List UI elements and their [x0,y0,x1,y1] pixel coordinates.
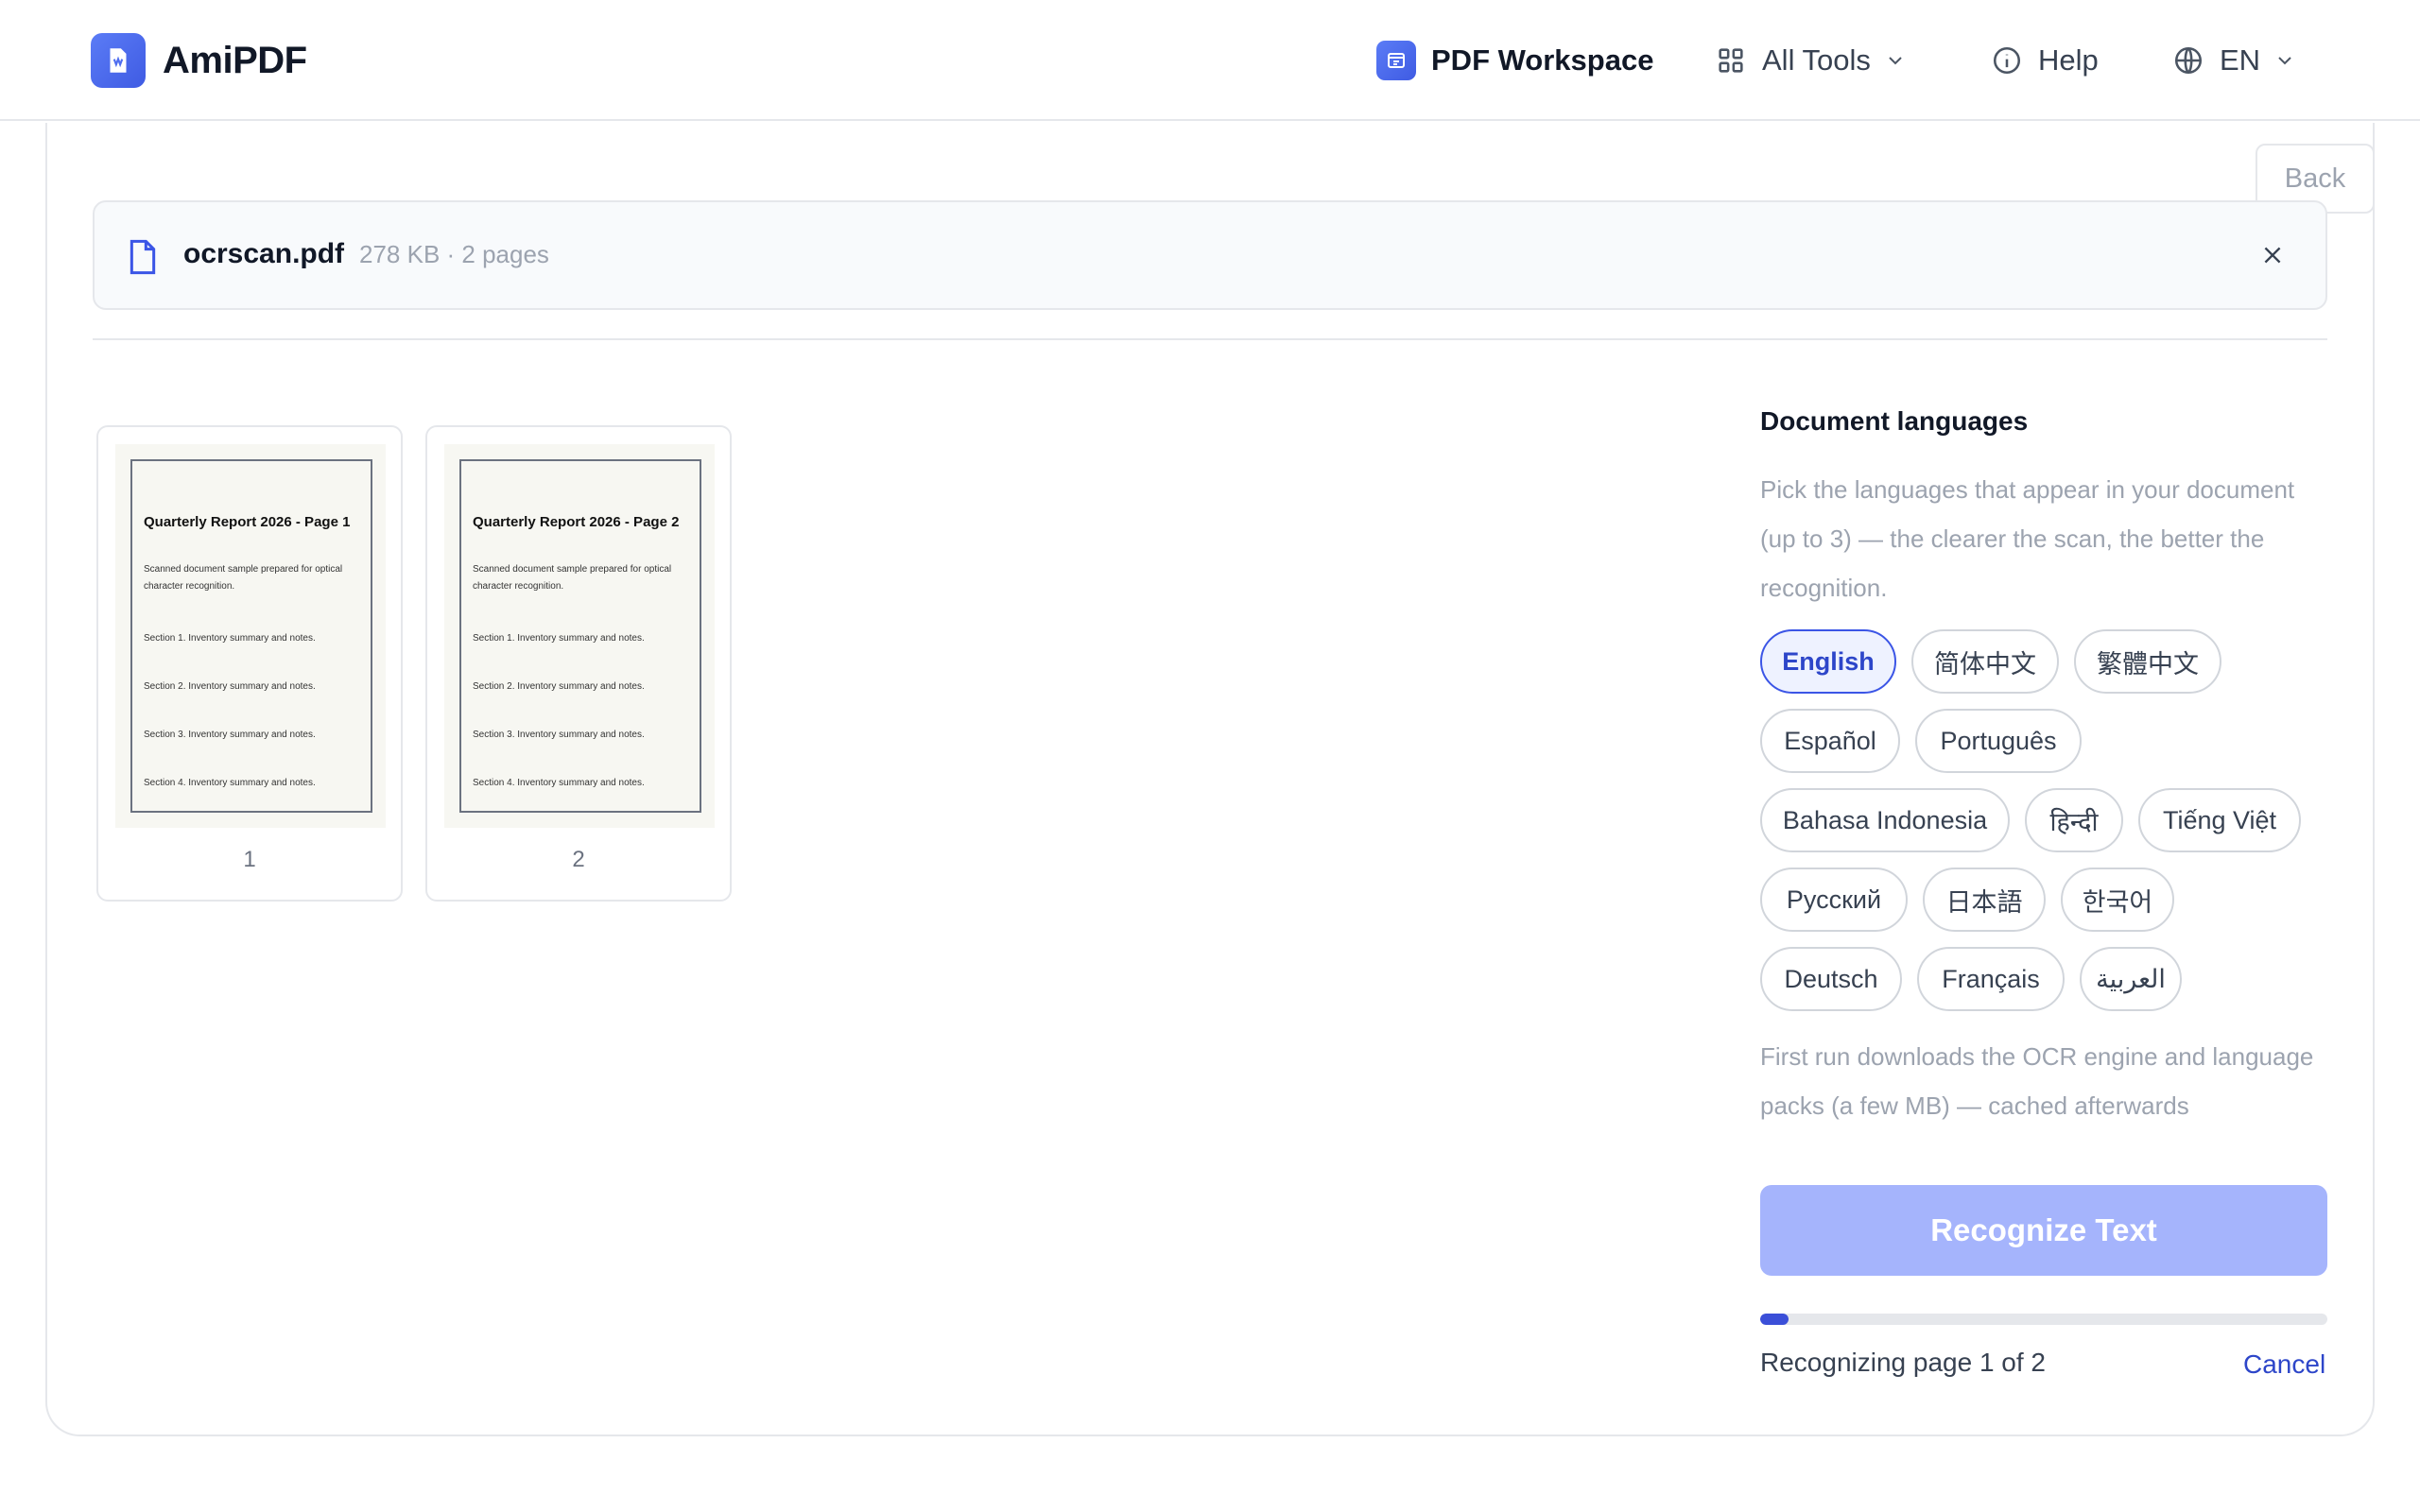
thumbnail-section: Section 3. Inventory summary and notes. [144,730,316,740]
chevron-down-icon [1889,57,1902,65]
section-divider [93,338,2327,340]
thumbnail-section: Section 4. Inventory summary and notes. [473,778,645,788]
amipdf-logo-icon [91,33,146,88]
language-chip-portuguese[interactable]: Português [1915,709,2082,773]
nav-help[interactable]: Help [1991,34,2099,87]
language-chip-japanese[interactable]: 日本語 [1923,868,2046,932]
brand[interactable]: AmiPDF [91,33,307,88]
globe-icon [2174,46,2203,75]
languages-title: Document languages [1760,406,2029,436]
progress-status: Recognizing page 1 of 2 [1760,1348,2046,1377]
language-chip-korean[interactable]: 한국어 [2061,868,2174,932]
cancel-button[interactable]: Cancel [2243,1349,2325,1380]
language-chip-arabic[interactable]: العربية [2080,947,2182,1011]
page-thumbnail[interactable]: Quarterly Report 2026 - Page 2 Scanned d… [425,425,732,902]
language-chip-english[interactable]: English [1760,629,1896,694]
file-icon [130,239,156,275]
thumbnail-section: Section 4. Inventory summary and notes. [144,778,316,788]
language-chip-traditional-chinese[interactable]: 繁體中文 [2074,629,2221,694]
close-icon [2264,247,2281,264]
workspace-icon [1376,41,1416,80]
file-bar: ocrscan.pdf 278 KB · 2 pages [93,200,2327,310]
language-chip-indonesian[interactable]: Bahasa Indonesia [1760,788,2010,852]
chevron-down-icon [2278,57,2291,65]
download-note: First run downloads the OCR engine and l… [1760,1042,2314,1120]
language-chip-russian[interactable]: Русский [1760,868,1908,932]
languages-description: Pick the languages that appear in your d… [1760,475,2295,602]
file-meta: 278 KB · 2 pages [359,240,549,268]
progress-bar [1760,1314,2327,1325]
thumbnail-subtitle: Scanned document sample prepared for opt… [144,564,343,592]
thumbnail-title: Quarterly Report 2026 - Page 1 [144,514,351,530]
language-chip-vietnamese[interactable]: Tiếng Việt [2138,788,2301,852]
info-icon [1993,46,2021,75]
nav-pdf-workspace[interactable]: PDF Workspace [1376,34,1653,87]
thumbnail-title: Quarterly Report 2026 - Page 2 [473,514,680,530]
thumbnail-section: Section 1. Inventory summary and notes. [144,633,316,644]
thumbnail-section: Section 3. Inventory summary and notes. [473,730,645,740]
nav-language-selector[interactable]: EN [2172,34,2296,87]
nav-all-tools-label: All Tools [1762,43,1871,77]
nav-pdf-workspace-label: PDF Workspace [1431,43,1654,77]
file-name: ocrscan.pdf [183,238,345,269]
thumbnail-section: Section 2. Inventory summary and notes. [473,681,645,692]
language-chip-german[interactable]: Deutsch [1760,947,1902,1011]
language-chip-spanish[interactable]: Español [1760,709,1900,773]
thumbnail-section: Section 2. Inventory summary and notes. [144,681,316,692]
thumbnail-image: Quarterly Report 2026 - Page 1 Scanned d… [115,444,386,828]
nav-language-label: EN [2220,43,2261,77]
language-chip-simplified-chinese[interactable]: 简体中文 [1911,629,2059,694]
page-thumbnail[interactable]: Quarterly Report 2026 - Page 1 Scanned d… [96,425,403,902]
nav-help-label: Help [2038,43,2099,77]
page-number: 1 [243,847,256,872]
thumbnail-image: Quarterly Report 2026 - Page 2 Scanned d… [444,444,715,828]
remove-file-button[interactable] [2254,236,2291,274]
language-chip-hindi[interactable]: हिन्दी [2025,788,2123,852]
grid-icon [1719,48,1743,73]
language-chip-french[interactable]: Français [1917,947,2065,1011]
thumbnail-subtitle: Scanned document sample prepared for opt… [473,564,672,592]
progress-fill [1760,1314,1789,1325]
app-header: AmiPDF PDF Workspace All Tools Help EN [0,0,2420,121]
nav-all-tools[interactable]: All Tools [1715,34,1907,87]
thumbnail-section: Section 1. Inventory summary and notes. [473,633,645,644]
page-number: 2 [572,847,585,872]
brand-name: AmiPDF [163,39,307,81]
recognize-text-button[interactable]: Recognize Text [1760,1185,2327,1276]
